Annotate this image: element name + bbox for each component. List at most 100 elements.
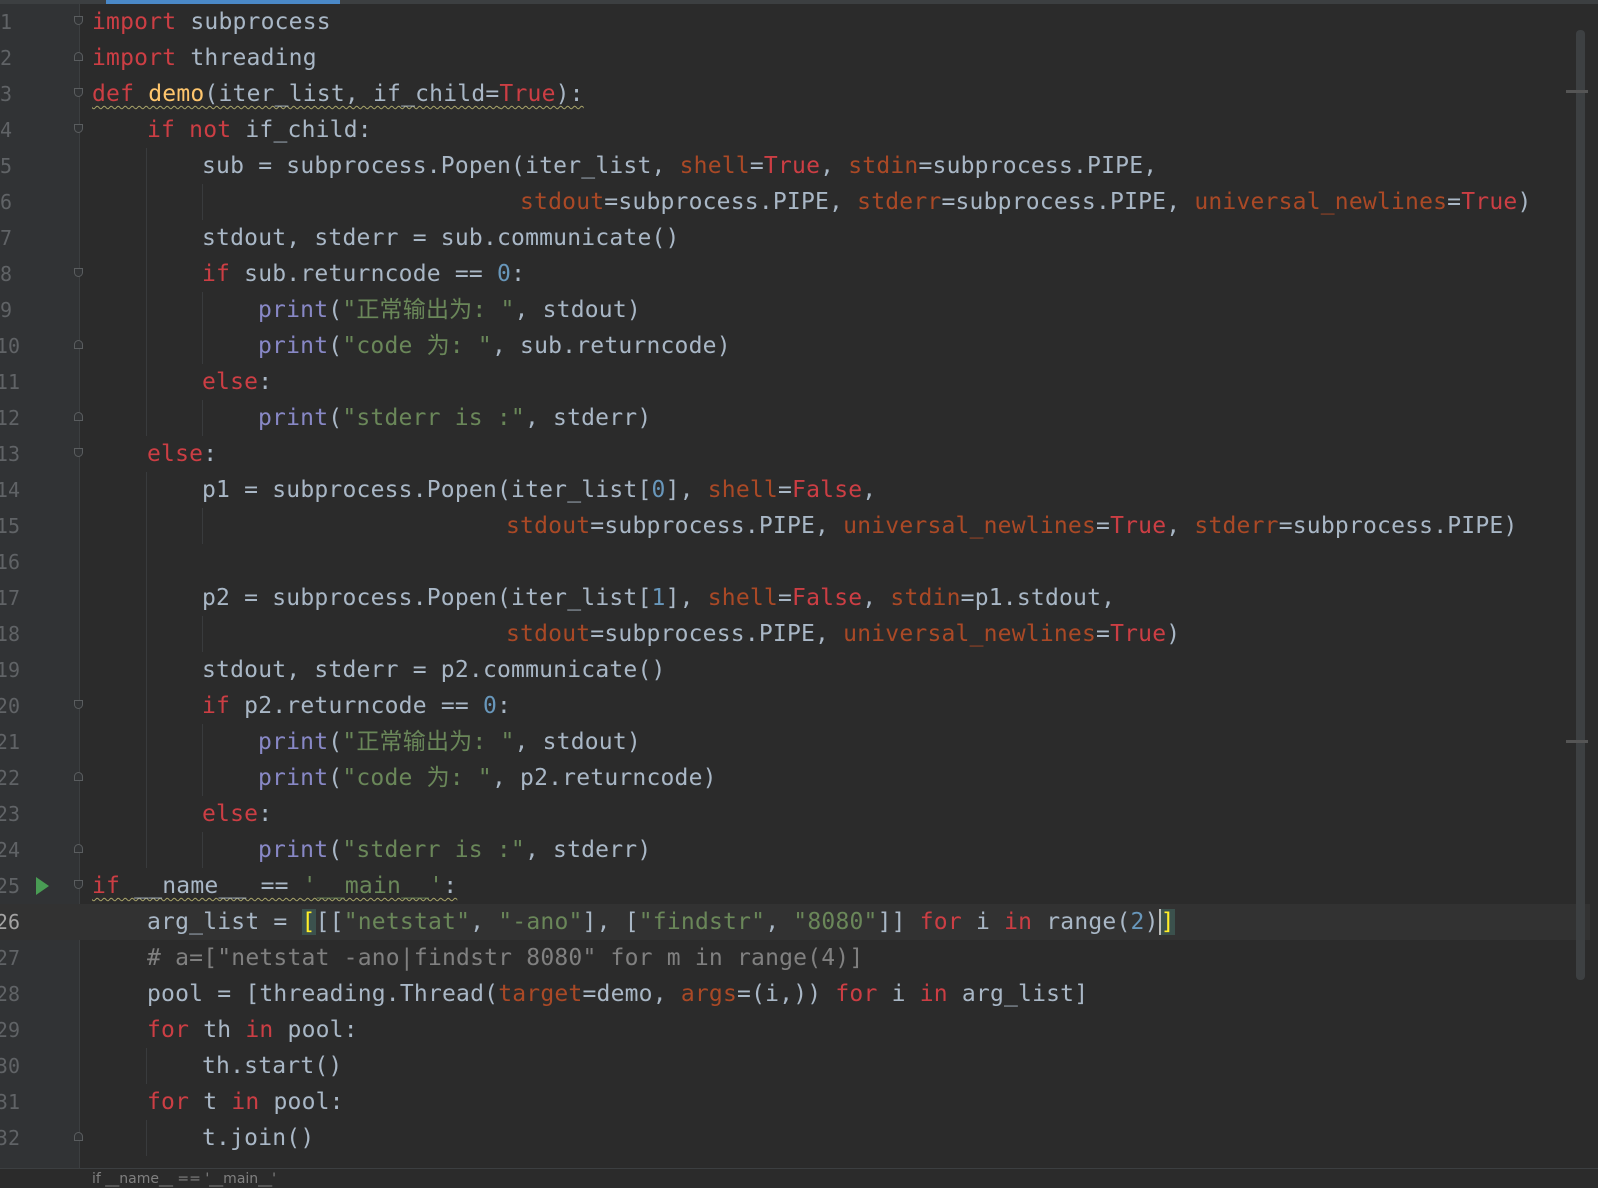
code-line[interactable]: 18 stdout=subprocess.PIPE, universal_new… <box>0 616 1590 652</box>
scroll-marker[interactable] <box>1566 90 1588 93</box>
code-text[interactable]: print("stderr is :", stderr) <box>258 832 651 868</box>
code-line[interactable]: 27 # a=["netstat -ano|findstr 8080" for … <box>0 940 1590 976</box>
scroll-marker[interactable] <box>1566 740 1588 743</box>
code-text[interactable]: p1 = subprocess.Popen(iter_list[0], shel… <box>202 472 876 508</box>
code-line[interactable]: 24 print("stderr is :", stderr) <box>0 832 1590 868</box>
code-line[interactable]: 6 stdout=subprocess.PIPE, stderr=subproc… <box>0 184 1590 220</box>
code-text[interactable]: print("正常输出为: ", stdout) <box>258 292 641 328</box>
code-line[interactable]: 11 else: <box>0 364 1590 400</box>
indent-guide <box>202 760 203 796</box>
code-text[interactable]: import threading <box>92 40 317 76</box>
code-line[interactable]: 30 th.start() <box>0 1048 1590 1084</box>
code-text[interactable]: arg_list = [[["netstat", "-ano"], ["find… <box>147 904 1175 940</box>
code-line[interactable]: 23 else: <box>0 796 1590 832</box>
code-text[interactable]: for t in pool: <box>147 1084 344 1120</box>
line-number: 11 <box>0 370 20 394</box>
code-text[interactable]: pool = [threading.Thread(target=demo, ar… <box>147 976 1088 1012</box>
code-line[interactable]: 8 if sub.returncode == 0: <box>0 256 1590 292</box>
code-text[interactable]: print("stderr is :", stderr) <box>258 400 651 436</box>
code-line[interactable]: 5 sub = subprocess.Popen(iter_list, shel… <box>0 148 1590 184</box>
code-line[interactable]: 7 stdout, stderr = sub.communicate() <box>0 220 1590 256</box>
code-line[interactable]: 32 t.join() <box>0 1120 1590 1156</box>
code-line[interactable]: 29 for th in pool: <box>0 1012 1590 1048</box>
code-text[interactable]: import subprocess <box>92 4 331 40</box>
code-line[interactable]: 28 pool = [threading.Thread(target=demo,… <box>0 976 1590 1012</box>
code-line[interactable]: 31 for t in pool: <box>0 1084 1590 1120</box>
code-text[interactable]: th.start() <box>202 1048 342 1084</box>
code-comment[interactable]: # a=["netstat -ano|findstr 8080" for m i… <box>147 940 863 976</box>
fold-start-icon[interactable] <box>74 88 83 97</box>
line-number: 21 <box>0 730 20 754</box>
code-line[interactable]: 12 print("stderr is :", stderr) <box>0 400 1590 436</box>
code-line[interactable]: 13 else: <box>0 436 1590 472</box>
code-text[interactable]: print("正常输出为: ", stdout) <box>258 724 641 760</box>
code-line[interactable]: 2 import threading <box>0 40 1590 76</box>
line-number: 20 <box>0 694 20 718</box>
breadcrumb[interactable]: if __name__ == '__main__' <box>92 1171 276 1187</box>
code-text[interactable]: if __name__ == '__main__': <box>92 868 457 904</box>
fold-start-icon[interactable] <box>74 268 83 277</box>
fold-start-icon[interactable] <box>74 16 83 25</box>
code-text[interactable]: stdout, stderr = sub.communicate() <box>202 220 680 256</box>
indent-guide <box>146 256 147 292</box>
code-line[interactable]: 21 print("正常输出为: ", stdout) <box>0 724 1590 760</box>
vertical-scrollbar[interactable] <box>1576 30 1585 980</box>
indent-guide <box>202 508 203 544</box>
code-line[interactable]: 1 import subprocess <box>0 4 1590 40</box>
fold-end-icon[interactable] <box>74 340 83 349</box>
fold-end-icon[interactable] <box>74 412 83 421</box>
code-text[interactable]: if not if_child: <box>147 112 372 148</box>
indent-guide <box>202 184 203 220</box>
fold-start-icon[interactable] <box>74 880 83 889</box>
code-text[interactable]: p2 = subprocess.Popen(iter_list[1], shel… <box>202 580 1115 616</box>
line-number: 12 <box>0 406 20 430</box>
fold-start-icon[interactable] <box>74 700 83 709</box>
code-text[interactable]: stdout=subprocess.PIPE, universal_newlin… <box>506 508 1518 544</box>
code-text[interactable]: t.join() <box>202 1120 314 1156</box>
code-line[interactable]: 19 stdout, stderr = p2.communicate() <box>0 652 1590 688</box>
code-line[interactable]: 3 def demo(iter_list, if_child=True): <box>0 76 1590 112</box>
code-text[interactable]: for th in pool: <box>147 1012 358 1048</box>
code-text[interactable]: else: <box>147 436 217 472</box>
code-line[interactable]: 25 if __name__ == '__main__': <box>0 868 1590 904</box>
code-line[interactable]: 14 p1 = subprocess.Popen(iter_list[0], s… <box>0 472 1590 508</box>
fold-end-icon[interactable] <box>74 52 83 61</box>
code-text[interactable]: print("code 为: ", p2.returncode) <box>258 760 717 796</box>
code-line[interactable]: 17 p2 = subprocess.Popen(iter_list[1], s… <box>0 580 1590 616</box>
fold-end-icon[interactable] <box>74 772 83 781</box>
line-number: 15 <box>0 514 20 538</box>
line-number: 25 <box>0 874 20 898</box>
code-text[interactable]: else: <box>202 364 272 400</box>
code-text[interactable]: sub = subprocess.Popen(iter_list, shell=… <box>202 148 1157 184</box>
code-line[interactable]: 22 print("code 为: ", p2.returncode) <box>0 760 1590 796</box>
breadcrumb-bar[interactable]: if __name__ == '__main__' <box>0 1168 1598 1188</box>
line-number: 17 <box>0 586 20 610</box>
indent-guide <box>146 400 147 436</box>
code-line[interactable]: 15 stdout=subprocess.PIPE, universal_new… <box>0 508 1590 544</box>
code-editor[interactable]: 1 import subprocess 2 import threading 3… <box>0 4 1590 1168</box>
code-text[interactable]: else: <box>202 796 272 832</box>
fold-start-icon[interactable] <box>74 124 83 133</box>
code-text[interactable]: if sub.returncode == 0: <box>202 256 525 292</box>
line-number: 32 <box>0 1126 20 1150</box>
line-number: 19 <box>0 658 20 682</box>
code-text[interactable]: print("code 为: ", sub.returncode) <box>258 328 731 364</box>
code-text[interactable]: stdout, stderr = p2.communicate() <box>202 652 666 688</box>
fold-end-icon[interactable] <box>74 1132 83 1141</box>
fold-end-icon[interactable] <box>74 844 83 853</box>
code-line[interactable]: 10 print("code 为: ", sub.returncode) <box>0 328 1590 364</box>
code-line[interactable]: 4 if not if_child: <box>0 112 1590 148</box>
line-number: 10 <box>0 334 20 358</box>
code-line-current[interactable]: 26 arg_list = [[["netstat", "-ano"], ["f… <box>0 904 1590 940</box>
code-line[interactable]: 16 <box>0 544 1590 580</box>
code-line[interactable]: 20 if p2.returncode == 0: <box>0 688 1590 724</box>
line-number: 3 <box>0 82 13 106</box>
code-text[interactable]: def demo(iter_list, if_child=True): <box>92 76 584 112</box>
fold-start-icon[interactable] <box>74 448 83 457</box>
code-text[interactable]: if p2.returncode == 0: <box>202 688 511 724</box>
code-line[interactable]: 9 print("正常输出为: ", stdout) <box>0 292 1590 328</box>
code-text[interactable]: stdout=subprocess.PIPE, universal_newlin… <box>506 616 1180 652</box>
code-text[interactable]: stdout=subprocess.PIPE, stderr=subproces… <box>520 184 1532 220</box>
line-number: 22 <box>0 766 20 790</box>
run-icon[interactable] <box>36 877 49 895</box>
